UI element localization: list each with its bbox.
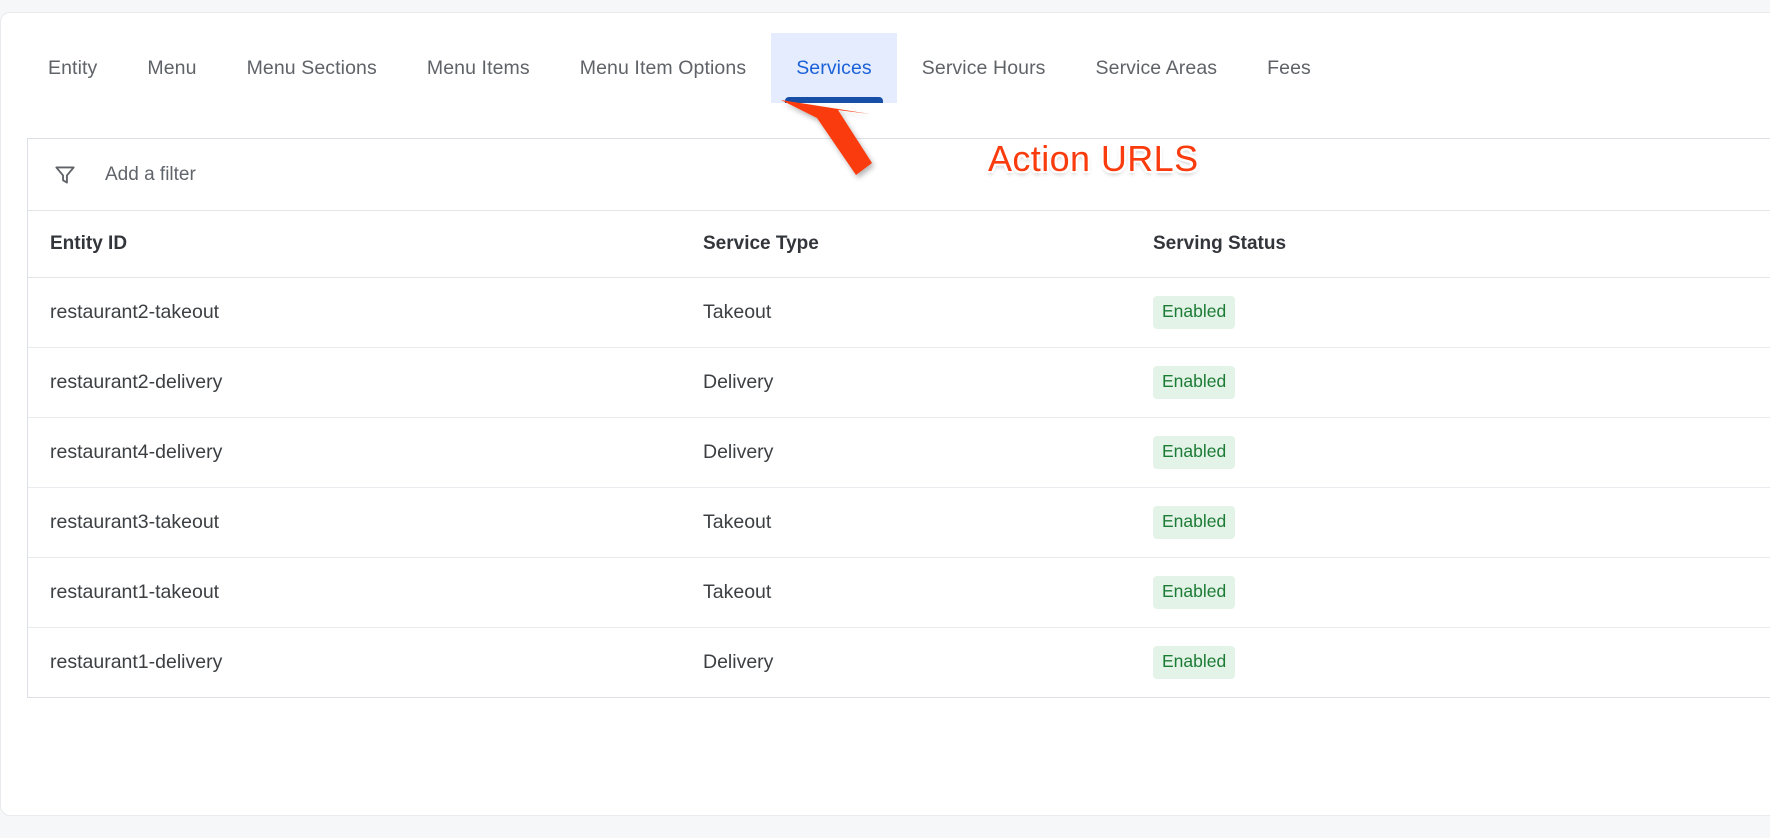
tab-service-areas[interactable]: Service Areas bbox=[1071, 33, 1243, 103]
cell-entity-id: restaurant1-delivery bbox=[50, 651, 223, 673]
tab-fees[interactable]: Fees bbox=[1242, 33, 1336, 103]
status-badge: Enabled bbox=[1153, 366, 1236, 399]
tab-entity[interactable]: Entity bbox=[23, 33, 122, 103]
cell-service-type: Delivery bbox=[703, 347, 1153, 418]
table-body: restaurant2-takeout Takeout Enabled restaur… bbox=[28, 277, 1770, 698]
cell-entity-id: restaurant1-takeout bbox=[28, 557, 703, 628]
status-badge: Enabled bbox=[1153, 296, 1236, 329]
table-head: Entity ID Service Type Serving Status bbox=[28, 211, 1770, 278]
tab-service-hours[interactable]: Service Hours bbox=[897, 33, 1071, 103]
tab-bar: Entity Menu Menu Sections Menu Items Menu It… bbox=[1, 33, 1336, 103]
filter-input[interactable] bbox=[105, 163, 705, 186]
cell-entity-id: restaurant4-delivery bbox=[28, 417, 703, 488]
cell-entity-id: restaurant3-takeout bbox=[28, 487, 703, 558]
column-header-service-type[interactable]: Service Type bbox=[703, 211, 1153, 278]
tab-menu-item-options[interactable]: Menu Item Options bbox=[555, 33, 771, 103]
table-row[interactable]: restaurant2-takeout Takeout Enabled bbox=[28, 277, 1770, 348]
cell-service-type: Takeout bbox=[703, 277, 1153, 348]
tab-services[interactable]: Services bbox=[771, 33, 897, 103]
table-row[interactable]: restaurant4-delivery Delivery Enabled bbox=[28, 417, 1770, 488]
cell-service-type: Delivery bbox=[703, 417, 1153, 488]
cell-serving-status: Enabled bbox=[1153, 347, 1770, 418]
services-table-panel: Entity ID Service Type Serving Status re… bbox=[27, 138, 1770, 698]
status-badge: Enabled bbox=[1153, 576, 1236, 609]
status-badge: Enabled bbox=[1153, 436, 1236, 469]
cell-entity-id: restaurant2-delivery bbox=[28, 347, 703, 418]
cell-service-type: Delivery bbox=[703, 651, 774, 673]
cell-serving-status: Enabled bbox=[1153, 417, 1770, 488]
table-row[interactable]: restaurant3-takeout Takeout Enabled bbox=[28, 487, 1770, 558]
filter-bar[interactable] bbox=[28, 139, 1770, 211]
tab-menu-items[interactable]: Menu Items bbox=[402, 33, 555, 103]
tab-menu[interactable]: Menu bbox=[122, 33, 221, 103]
table-row[interactable]: restaurant2-delivery Delivery Enabled bbox=[28, 347, 1770, 418]
filter-funnel-icon[interactable] bbox=[48, 158, 82, 192]
status-badge: Enabled bbox=[1153, 506, 1236, 539]
column-header-entity-id[interactable]: Entity ID bbox=[28, 211, 703, 278]
column-header-serving-status[interactable]: Serving Status bbox=[1153, 211, 1770, 278]
table-row[interactable]: restaurant1-takeout Takeout Enabled bbox=[28, 557, 1770, 628]
cell-service-type: Takeout bbox=[703, 557, 1153, 628]
table-header-row: Entity ID Service Type Serving Status bbox=[28, 211, 1770, 278]
cell-serving-status: Enabled bbox=[1153, 628, 1770, 698]
cell-serving-status: Enabled bbox=[1153, 277, 1770, 348]
app-card: Entity Menu Menu Sections Menu Items Menu It… bbox=[0, 12, 1770, 816]
cell-service-type: Takeout bbox=[703, 487, 1153, 558]
table-row[interactable]: restaurant1-delivery Delivery Enabled bbox=[28, 628, 1770, 698]
cell-serving-status: Enabled bbox=[1153, 557, 1770, 628]
cell-entity-id: restaurant2-takeout bbox=[28, 277, 703, 348]
tab-menu-sections[interactable]: Menu Sections bbox=[222, 33, 402, 103]
status-badge: Enabled bbox=[1153, 646, 1236, 679]
cell-serving-status: Enabled bbox=[1153, 487, 1770, 558]
services-table: Entity ID Service Type Serving Status re… bbox=[28, 211, 1770, 697]
